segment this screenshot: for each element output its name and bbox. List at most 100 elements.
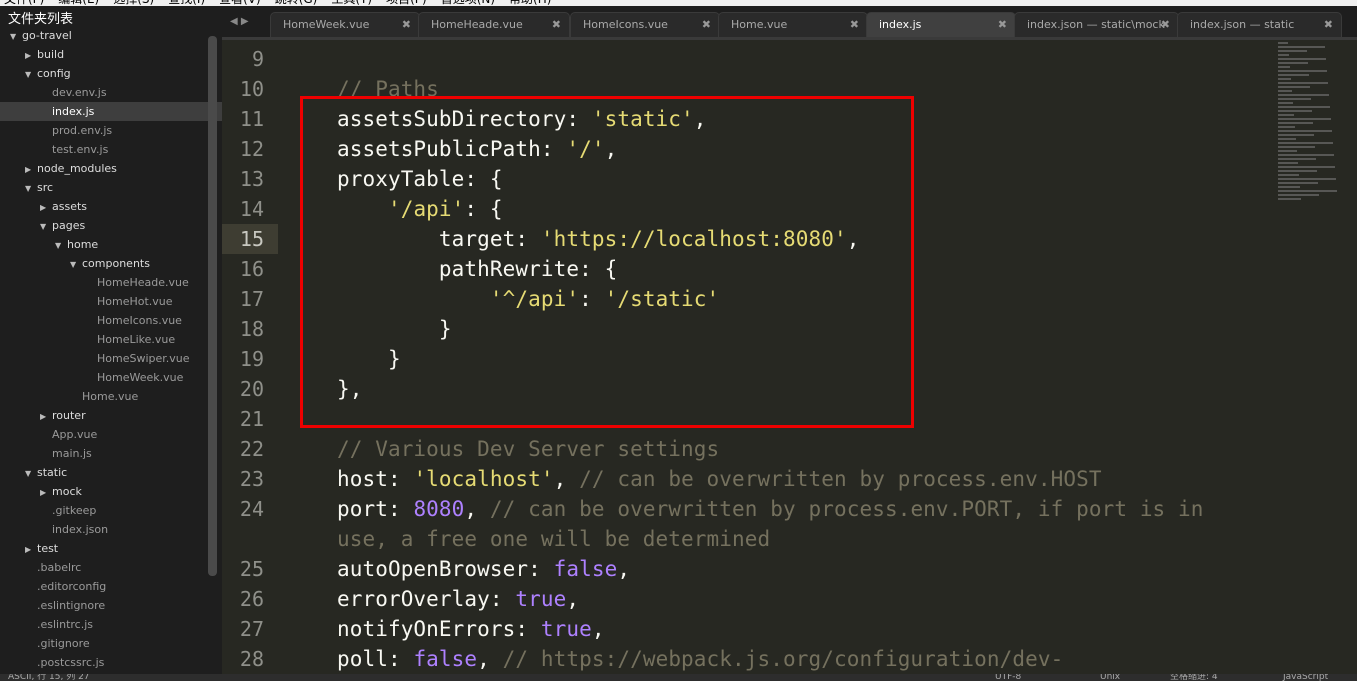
expanded-arrow-icon[interactable]: ▼ [40,217,52,236]
tree-item[interactable]: dev.env.js [0,83,222,102]
tree-item[interactable]: .editorconfig [0,577,222,596]
code-line[interactable]: assetsPublicPath: '/', [286,134,617,164]
tree-item[interactable]: HomeHot.vue [0,292,222,311]
tree-item[interactable]: ▼ pages [0,216,222,235]
tree-item[interactable]: ▼ components [0,254,222,273]
tree-item-label: test.env.js [52,143,109,156]
collapsed-arrow-icon[interactable]: ▶ [40,198,52,217]
tree-item[interactable]: ▶ router [0,406,222,425]
code-line[interactable]: autoOpenBrowser: false, [286,554,630,584]
status-line-endings[interactable]: Unix [1100,674,1120,681]
code-editor[interactable]: 9 10 // Paths 11 assetsSubDirectory: 'stat… [222,40,1357,674]
code-line[interactable]: proxyTable: { [286,164,503,194]
code-line[interactable]: } [286,314,452,344]
tree-item[interactable]: prod.env.js [0,121,222,140]
tree-item[interactable]: ▼ go-travel [0,26,222,45]
status-syntax[interactable]: JavaScript [1283,674,1328,681]
tree-item[interactable]: ▶ mock [0,482,222,501]
tree-item[interactable]: HomeHeade.vue [0,273,222,292]
collapsed-arrow-icon[interactable]: ▶ [25,540,37,559]
tree-item[interactable]: index.js [0,102,222,121]
tree-item[interactable]: HomeLike.vue [0,330,222,349]
expanded-arrow-icon[interactable]: ▼ [70,255,82,274]
code-line[interactable]: // Various Dev Server settings [286,434,719,464]
close-icon[interactable]: ✖ [998,18,1007,31]
tree-item[interactable]: ▶ assets [0,197,222,216]
tree-item[interactable]: .gitkeep [0,501,222,520]
tree-item-label: home [67,238,99,251]
minimap-line [1278,194,1319,196]
tab-homeweek-vue[interactable]: HomeWeek.vue ✖ [270,12,420,37]
tree-item[interactable]: ▼ static [0,463,222,482]
tree-item[interactable]: .eslintignore [0,596,222,615]
tree-item[interactable]: App.vue [0,425,222,444]
tree-item[interactable]: test.env.js [0,140,222,159]
code-line[interactable]: poll: false, // https://webpack.js.org/c… [286,644,1063,674]
code-line[interactable]: '^/api': '/static' [286,284,719,314]
close-icon[interactable]: ✖ [1324,18,1333,31]
minimap-line [1278,114,1294,116]
code-line[interactable]: host: 'localhost', // can be overwritten… [286,464,1102,494]
collapsed-arrow-icon[interactable]: ▶ [25,160,37,179]
code-line[interactable]: // Paths [286,74,439,104]
tab-homeicons-vue[interactable]: HomeIcons.vue ✖ [570,12,720,37]
tree-item[interactable]: .gitignore [0,634,222,653]
line-number [222,524,278,554]
tree-item[interactable]: ▶ node_modules [0,159,222,178]
tree-item[interactable]: ▼ config [0,64,222,83]
code-token: , [566,587,580,611]
tree-item[interactable]: ▶ test [0,539,222,558]
tab-nav-arrows-icon[interactable]: ◀ ▶ [230,16,249,27]
tab-index-json-static[interactable]: index.json — static ✖ [1177,12,1342,37]
tree-item[interactable]: main.js [0,444,222,463]
tab-home-vue[interactable]: Home.vue ✖ [718,12,868,37]
tree-item[interactable]: ▼ src [0,178,222,197]
close-icon[interactable]: ✖ [850,18,859,31]
code-line[interactable]: target: 'https://localhost:8080', [286,224,859,254]
close-icon[interactable]: ✖ [402,18,411,31]
code-line[interactable]: port: 8080, // can be overwritten by pro… [286,494,1204,524]
code-line[interactable]: }, [286,374,362,404]
code-token: // Various Dev Server settings [286,437,720,461]
expanded-arrow-icon[interactable]: ▼ [25,464,37,483]
code-token: notifyOnErrors: [286,617,541,641]
tab-index-js[interactable]: index.js ✖ [866,12,1016,37]
tree-item[interactable]: .babelrc [0,558,222,577]
expanded-arrow-icon[interactable]: ▼ [55,236,67,255]
expanded-arrow-icon[interactable]: ▼ [25,65,37,84]
minimap-line [1278,46,1325,48]
close-icon[interactable]: ✖ [1161,18,1170,31]
tree-item[interactable]: HomeSwiper.vue [0,349,222,368]
tab-homeheade-vue[interactable]: HomeHeade.vue ✖ [418,12,570,37]
tree-item[interactable]: Home.vue [0,387,222,406]
close-icon[interactable]: ✖ [552,18,561,31]
code-line[interactable]: use, a free one will be determined [286,524,770,554]
collapsed-arrow-icon[interactable]: ▶ [40,483,52,502]
collapsed-arrow-icon[interactable]: ▶ [25,46,37,65]
collapsed-arrow-icon[interactable]: ▶ [40,407,52,426]
sidebar-scrollbar[interactable] [208,36,217,576]
tree-item[interactable]: HomeWeek.vue [0,368,222,387]
code-line[interactable]: } [286,344,401,374]
expanded-arrow-icon[interactable]: ▼ [10,27,22,46]
tree-item[interactable]: .postcssrc.js [0,653,222,672]
tree-item[interactable]: .eslintrc.js [0,615,222,634]
status-encoding[interactable]: UTF-8 [995,674,1021,681]
tree-item-label: go-travel [22,29,72,42]
code-line[interactable]: pathRewrite: { [286,254,617,284]
status-indent[interactable]: 空格缩进: 4 [1170,674,1218,681]
tree-item[interactable]: HomeIcons.vue [0,311,222,330]
tab-index-json-static-mock[interactable]: index.json — static\mock ✖ [1014,12,1179,37]
tree-item[interactable]: ▶ build [0,45,222,64]
tree-item-label: index.json [52,523,109,536]
code-line[interactable]: '/api': { [286,194,503,224]
tree-item[interactable]: ▼ home [0,235,222,254]
minimap-line [1278,90,1292,92]
close-icon[interactable]: ✖ [702,18,711,31]
code-line[interactable]: errorOverlay: true, [286,584,579,614]
minimap[interactable] [1278,40,1348,220]
code-line[interactable]: notifyOnErrors: true, [286,614,605,644]
tree-item[interactable]: index.json [0,520,222,539]
code-line[interactable]: assetsSubDirectory: 'static', [286,104,707,134]
expanded-arrow-icon[interactable]: ▼ [25,179,37,198]
